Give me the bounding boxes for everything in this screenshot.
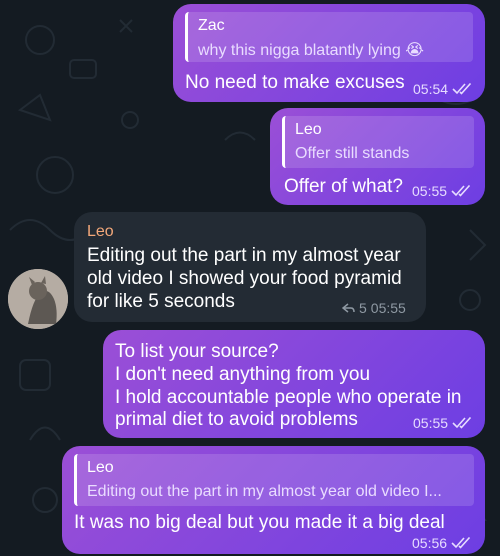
message-time: 05:55	[413, 415, 449, 431]
message-bubble-outgoing[interactable]: Zac why this nigga blatantly lying 😭 No …	[173, 4, 485, 102]
message-meta: 05:55	[413, 415, 474, 431]
reply-count: 5	[359, 300, 367, 316]
message-meta: 5 05:55	[342, 300, 406, 316]
message-line: for like 5 seconds	[87, 291, 235, 312]
reply-author: Leo	[87, 459, 114, 476]
message-text: No need to make excuses	[185, 72, 405, 93]
message-line: I don't need anything from you	[115, 364, 371, 385]
message-text: Offer of what?	[284, 176, 403, 197]
reply-text: Offer still stands	[295, 145, 410, 162]
message-line: Editing out the part in my almost year	[87, 245, 401, 266]
read-checkmarks-icon	[451, 185, 471, 197]
message-line: old video I showed your food pyramid	[87, 268, 402, 289]
message-bubble-outgoing[interactable]: To list your source? I don't need anythi…	[103, 330, 485, 438]
avatar[interactable]	[8, 269, 68, 329]
message-time: 05:56	[412, 535, 448, 551]
read-checkmarks-icon	[452, 83, 472, 95]
message-time: 05:55	[412, 183, 448, 199]
message-text: It was no big deal but you made it a big…	[74, 512, 445, 533]
message-line: primal diet to avoid problems	[115, 409, 358, 430]
reply-author: Leo	[295, 121, 322, 138]
message-time: 05:54	[413, 81, 449, 97]
message-line: I hold accountable people who operate in	[115, 387, 462, 408]
message-bubble-incoming[interactable]: Leo Editing out the part in my almost ye…	[74, 212, 426, 322]
reply-text: Editing out the part in my almost year o…	[87, 483, 442, 500]
message-meta: 05:56	[412, 535, 473, 551]
read-checkmarks-icon	[451, 537, 471, 549]
message-meta: 05:54	[413, 81, 474, 97]
reply-preview[interactable]: Zac why this nigga blatantly lying 😭	[185, 12, 473, 62]
reply-preview[interactable]: Leo Editing out the part in my almost ye…	[74, 454, 474, 506]
message-bubble-outgoing[interactable]: Leo Editing out the part in my almost ye…	[62, 446, 485, 554]
reply-preview[interactable]: Leo Offer still stands	[282, 116, 474, 168]
reply-author: Zac	[198, 17, 225, 34]
avatar-image	[8, 269, 68, 329]
message-time: 05:55	[370, 300, 406, 316]
message-bubble-outgoing[interactable]: Leo Offer still stands Offer of what? 05…	[270, 108, 485, 205]
reply-arrow-icon	[342, 303, 355, 313]
sender-name: Leo	[87, 223, 114, 240]
message-meta: 05:55	[412, 183, 473, 199]
reply-text: why this nigga blatantly lying 😭	[198, 42, 424, 59]
read-checkmarks-icon	[452, 417, 472, 429]
message-line: To list your source?	[115, 341, 279, 362]
